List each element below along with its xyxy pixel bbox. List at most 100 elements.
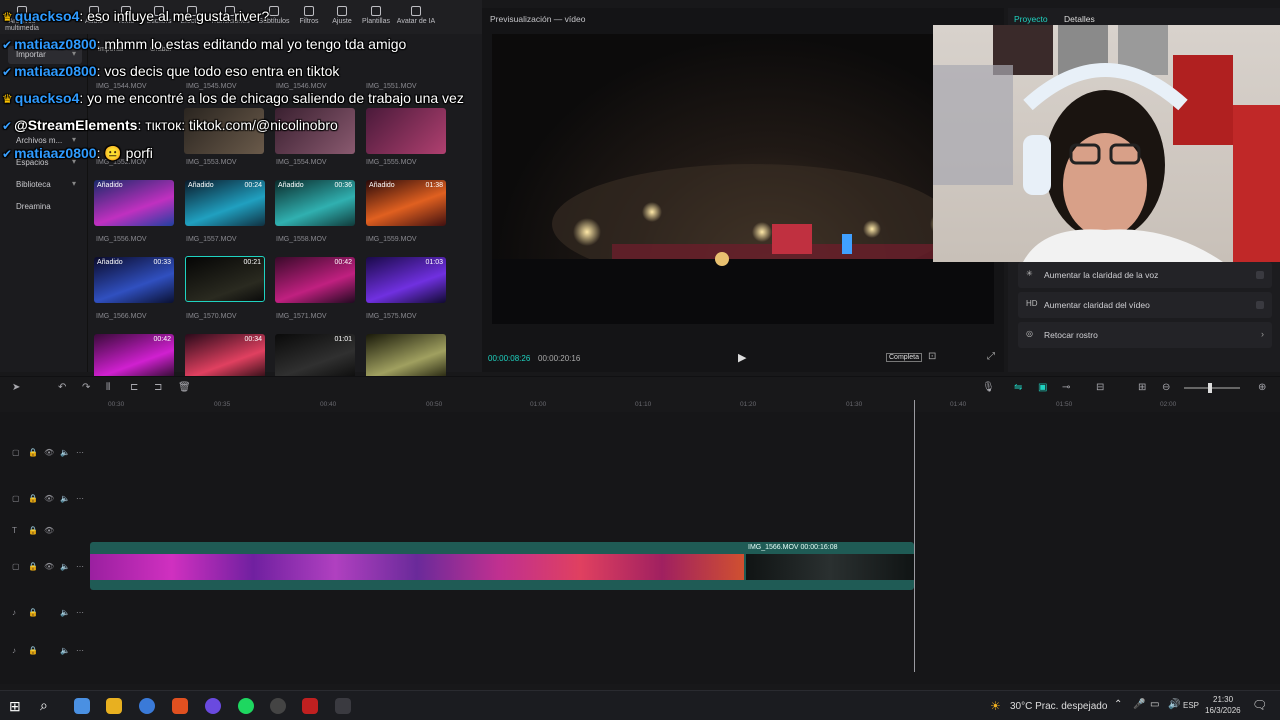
tray-chevron-icon[interactable]: ⌃ xyxy=(1114,699,1122,710)
app-icon[interactable] xyxy=(205,698,221,714)
face-retouch-row[interactable]: ◎ Retocar rostro › xyxy=(1018,322,1272,348)
voice-clarity-row[interactable]: ✳ Aumentar la claridad de la voz xyxy=(1018,262,1272,288)
zoom-in-icon[interactable]: ⊕ xyxy=(1258,382,1266,393)
clock-time[interactable]: 21:30 xyxy=(1213,695,1233,704)
lock-icon[interactable]: 🔒 xyxy=(28,608,38,617)
trim-right-icon[interactable]: ⊐ xyxy=(154,382,162,393)
voice-clarity-icon: ✳ xyxy=(1026,269,1033,278)
eye-icon[interactable]: 👁 xyxy=(44,562,54,571)
more-icon[interactable]: ⋯ xyxy=(76,448,84,457)
ratio-button[interactable]: Completa xyxy=(886,353,922,362)
speaker-icon[interactable]: 🔈 xyxy=(60,448,70,457)
media-thumbnail[interactable]: Añadido 01:38 xyxy=(366,180,446,226)
spotify-icon[interactable] xyxy=(238,698,254,714)
undo-icon[interactable]: ↶ xyxy=(58,382,66,393)
zoom-out-icon[interactable]: ⊖ xyxy=(1162,382,1170,393)
sidebar-item-dreamina[interactable]: Dreamina xyxy=(8,198,82,216)
chevron-right-icon: › xyxy=(1261,329,1264,339)
lock-icon[interactable]: 🔒 xyxy=(28,646,38,655)
clip-label: IMG_1566.MOV 00:00:16:08 xyxy=(748,544,838,551)
zoom-slider-handle[interactable] xyxy=(1208,383,1212,393)
lock-icon[interactable]: 🔒 xyxy=(28,494,38,503)
sidebar-item-library[interactable]: Biblioteca ▾ xyxy=(8,176,82,194)
trim-left-icon[interactable]: ⊏ xyxy=(130,382,138,393)
redo-icon[interactable]: ↷ xyxy=(82,382,90,393)
lock-icon[interactable]: 🔒 xyxy=(28,526,38,535)
video-clarity-row[interactable]: HD Aumentar claridad del vídeo xyxy=(1018,292,1272,318)
clock-date[interactable]: 16/3/2026 xyxy=(1205,706,1241,715)
browser-icon[interactable] xyxy=(139,698,155,714)
copilot-icon[interactable] xyxy=(74,698,90,714)
media-thumbnail[interactable] xyxy=(366,334,446,380)
speaker-icon[interactable]: 🔈 xyxy=(60,608,70,617)
more-icon[interactable]: ⋯ xyxy=(76,494,84,503)
media-thumbnail[interactable]: Añadido 00:33 xyxy=(94,257,174,303)
more-icon[interactable]: ⋯ xyxy=(76,608,84,617)
tab-project[interactable]: Proyecto xyxy=(1014,14,1048,24)
video-frame[interactable] xyxy=(492,34,994,324)
chain-icon[interactable]: ⊸ xyxy=(1062,382,1070,393)
eye-icon[interactable]: 👁 xyxy=(44,448,54,457)
media-label: IMG_1566.MOV xyxy=(96,313,147,320)
more-icon[interactable]: ⋯ xyxy=(76,562,84,571)
speaker-icon[interactable]: 🔈 xyxy=(60,646,70,655)
lock-icon[interactable]: 🔒 xyxy=(28,448,38,457)
notifications-icon[interactable]: 🗨 xyxy=(1252,698,1267,712)
fullscreen-icon[interactable]: ⤢ xyxy=(987,351,995,362)
brave-icon[interactable] xyxy=(172,698,188,714)
media-thumbnail[interactable]: 00:42 xyxy=(94,334,174,380)
file-explorer-icon[interactable] xyxy=(106,698,122,714)
delete-icon[interactable]: 🗑 xyxy=(178,382,191,393)
language-indicator[interactable]: ESP xyxy=(1183,701,1199,710)
media-thumbnail[interactable]: 01:03 xyxy=(366,257,446,303)
weather-icon: ☀ xyxy=(990,699,1001,713)
chat-message: ✔ matiaaz0800: vos decis que todo eso ent… xyxy=(2,63,340,79)
lock-icon[interactable]: 🔒 xyxy=(28,562,38,571)
video-clip[interactable]: IMG_1566.MOV 00:00:16:08 xyxy=(90,542,914,590)
select-tool-icon[interactable]: ➤ xyxy=(12,382,20,393)
speaker-icon[interactable]: 🔈 xyxy=(60,562,70,571)
snap-icon[interactable]: ▣ xyxy=(1038,382,1047,393)
microphone-icon[interactable]: 🎙 xyxy=(982,382,995,393)
media-thumbnail[interactable]: 01:01 xyxy=(275,334,355,380)
ruler-tick: 01:40 xyxy=(950,401,967,408)
mic-tray-icon[interactable]: 🎤 xyxy=(1133,699,1145,710)
media-thumbnail-selected[interactable]: 00:21 xyxy=(185,256,265,302)
tab-details[interactable]: Detalles xyxy=(1064,14,1095,24)
streamer-image xyxy=(933,25,1280,262)
speaker-icon[interactable]: 🔈 xyxy=(60,494,70,503)
volume-icon[interactable]: 🔊 xyxy=(1168,699,1180,710)
caption-icon[interactable]: ⊞ xyxy=(1138,382,1146,393)
webcam-overlay xyxy=(933,25,1280,262)
weather-text[interactable]: 30°C Prac. despejado xyxy=(1010,701,1107,712)
media-thumbnail[interactable]: Añadido 00:36 xyxy=(275,180,355,226)
snapshot-icon[interactable]: ⊡ xyxy=(928,351,936,362)
start-icon[interactable]: ⊞ xyxy=(9,698,21,715)
toggle[interactable] xyxy=(1256,271,1264,279)
zoom-slider[interactable] xyxy=(1184,387,1240,389)
media-thumbnail[interactable]: Añadido xyxy=(94,180,174,226)
more-icon[interactable]: ⋯ xyxy=(76,646,84,655)
eye-icon[interactable]: 👁 xyxy=(44,494,54,503)
network-icon[interactable]: ▭ xyxy=(1150,699,1159,710)
eye-icon[interactable]: 👁 xyxy=(44,526,54,535)
ruler-tick: 01:50 xyxy=(1056,401,1073,408)
playhead[interactable] xyxy=(914,400,915,672)
timeline-ruler[interactable]: 00:30 00:35 00:40 00:50 01:00 01:10 01:2… xyxy=(90,398,1280,412)
link-icon[interactable]: ⇋ xyxy=(1014,382,1022,393)
media-thumbnail[interactable]: 00:42 xyxy=(275,257,355,303)
play-icon[interactable]: ▶ xyxy=(738,351,746,364)
track-header: ▢ 🔒 👁 🔈 ⋯ xyxy=(0,562,90,592)
media-thumbnail[interactable]: Añadido 00:24 xyxy=(185,180,265,226)
toggle[interactable] xyxy=(1256,301,1264,309)
preview-axis-icon[interactable]: ⊟ xyxy=(1096,382,1104,393)
ruler-tick: 01:30 xyxy=(846,401,863,408)
video-app-icon[interactable] xyxy=(302,698,318,714)
capcut-icon[interactable] xyxy=(335,698,351,714)
track-header: ♪ 🔒 🔈 ⋯ xyxy=(0,608,90,638)
split-icon[interactable]: ⫴ xyxy=(106,382,110,393)
media-thumbnail[interactable]: 00:34 xyxy=(185,334,265,380)
obs-icon[interactable] xyxy=(270,698,286,714)
search-icon[interactable]: ⌕ xyxy=(40,697,48,714)
media-label: IMG_1558.MOV xyxy=(276,236,327,243)
